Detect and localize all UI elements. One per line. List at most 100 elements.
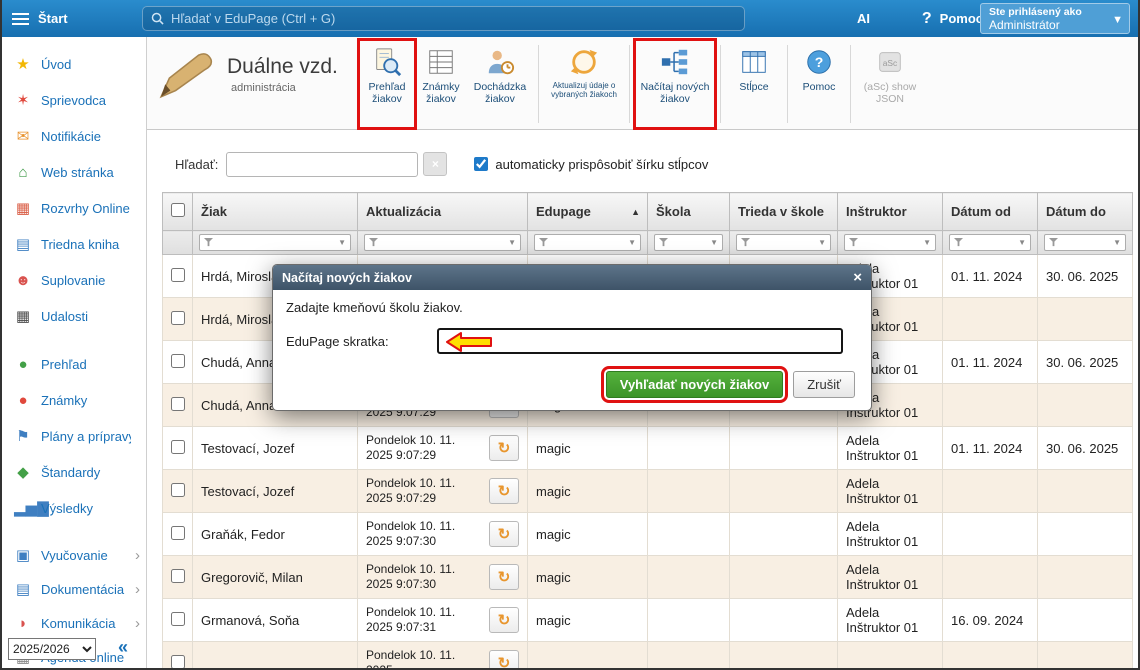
toolbar-help-button[interactable]: ? Pomoc — [794, 41, 844, 127]
columns-button[interactable]: Stĺpce — [727, 41, 781, 127]
refresh-row-button[interactable]: ↻ — [489, 478, 519, 504]
instructor-cell: Adela Inštruktor 01 — [838, 427, 943, 470]
date-to-cell: 30. 06. 2025 — [1038, 255, 1133, 298]
table-search-input[interactable] — [226, 152, 418, 177]
column-header-ziak[interactable]: Žiak — [193, 193, 358, 231]
sidebar-item[interactable]: ▤ Dokumentácia › — [2, 572, 146, 606]
students-overview-button[interactable]: Prehľad žiakov — [360, 41, 414, 127]
show-json-button[interactable]: aSc (aSc) show JSON — [857, 41, 923, 127]
refresh-row-button[interactable]: ↻ — [489, 435, 519, 461]
collapse-sidebar-button[interactable]: « — [118, 637, 128, 658]
column-filter-dropdown[interactable]: ▼ — [364, 234, 521, 251]
sidebar-item[interactable]: ✶ Sprievodca — [2, 82, 146, 118]
load-new-students-button[interactable]: Načítaj nových žiakov — [636, 41, 714, 127]
skola-cell — [648, 470, 730, 513]
clear-search-button[interactable]: × — [423, 152, 447, 176]
refresh-row-button[interactable]: ↻ — [489, 564, 519, 590]
chevron-right-icon: › — [135, 615, 140, 632]
row-checkbox[interactable] — [171, 440, 185, 454]
help-button[interactable]: ? Pomoc — [922, 0, 983, 37]
cancel-button[interactable]: Zrušiť — [793, 371, 855, 398]
sidebar-item[interactable]: ☻ Suplovanie — [2, 262, 146, 298]
date-to-cell: 30. 06. 2025 — [1038, 341, 1133, 384]
skola-cell — [648, 599, 730, 642]
date-from-cell — [943, 556, 1038, 599]
sidebar-item[interactable]: ▂▅▇ Výsledky — [2, 490, 146, 526]
autofit-label: automaticky prispôsobiť šírku stĺpcov — [495, 157, 708, 172]
sidebar-item[interactable]: ● Známky — [2, 382, 146, 418]
select-all-checkbox[interactable] — [171, 203, 185, 217]
autofit-checkbox[interactable] — [474, 157, 488, 171]
close-icon[interactable]: × — [853, 270, 862, 285]
sidebar-item[interactable]: ✉ Notifikácie — [2, 118, 146, 154]
search-new-students-button[interactable]: Vyhľadať nových žiakov — [606, 371, 783, 398]
row-checkbox[interactable] — [171, 268, 185, 282]
column-header-datum-od[interactable]: Dátum od — [943, 193, 1038, 231]
date-from-cell — [943, 513, 1038, 556]
refresh-row-button[interactable]: ↻ — [489, 521, 519, 547]
students-grades-button[interactable]: Známky žiakov — [414, 41, 468, 127]
row-checkbox[interactable] — [171, 311, 185, 325]
sidebar-item-icon: ● — [14, 356, 32, 373]
sidebar-item-icon: ▤ — [14, 235, 32, 253]
toolbar-separator — [720, 45, 721, 123]
column-filter-dropdown[interactable]: ▼ — [949, 234, 1031, 251]
school-year-select[interactable]: 2025/2026 — [8, 638, 96, 660]
sidebar-item-icon: ◆ — [14, 463, 32, 481]
instructor-cell: Adela Inštruktor 01 — [838, 470, 943, 513]
ai-button[interactable]: AI — [857, 0, 870, 37]
row-checkbox[interactable] — [171, 655, 185, 669]
column-filter-dropdown[interactable]: ▼ — [199, 234, 351, 251]
date-to-cell — [1038, 384, 1133, 427]
column-header-edupage[interactable]: Edupage ▲ — [528, 193, 648, 231]
column-header-instruktor[interactable]: Inštruktor — [838, 193, 943, 231]
sidebar-item[interactable]: ▦ Rozvrhy Online — [2, 190, 146, 226]
updated-cell: Pondelok 10. 11. 2025 9:07:29 ↻ — [358, 470, 528, 513]
dialog-title-bar[interactable]: Načítaj nových žiakov × — [273, 265, 871, 290]
start-menu-button[interactable]: Štart — [12, 0, 68, 37]
sidebar-item[interactable]: ★ Úvod — [2, 46, 146, 82]
student-name-cell — [193, 642, 358, 670]
svg-text:?: ? — [815, 54, 824, 70]
sidebar-item[interactable]: ▤ Triedna kniha — [2, 226, 146, 262]
trieda-cell — [730, 427, 838, 470]
date-to-cell — [1038, 298, 1133, 341]
column-filter-dropdown[interactable]: ▼ — [736, 234, 831, 251]
column-header-trieda[interactable]: Trieda v škole — [730, 193, 838, 231]
refresh-selected-students-button[interactable]: Aktualizuj údaje o vybraných žiakoch — [545, 41, 623, 127]
row-checkbox[interactable] — [171, 354, 185, 368]
column-filter-dropdown[interactable]: ▼ — [654, 234, 723, 251]
sidebar-item-icon: ☻ — [14, 272, 32, 289]
sidebar-item[interactable]: ⌂ Web stránka — [2, 154, 146, 190]
sidebar-item[interactable]: ◆ Štandardy — [2, 454, 146, 490]
column-header-datum-do[interactable]: Dátum do — [1038, 193, 1133, 231]
date-from-cell: 16. 09. 2024 — [943, 599, 1038, 642]
sidebar-item[interactable]: ▦ Udalosti — [2, 298, 146, 334]
sidebar-item[interactable]: ▣ Vyučovanie › — [2, 538, 146, 572]
row-checkbox[interactable] — [171, 612, 185, 626]
sidebar-item[interactable]: ◗ Komunikácia › — [2, 606, 146, 640]
column-header-skola[interactable]: Škola — [648, 193, 730, 231]
sidebar-item-icon: ▤ — [14, 580, 32, 598]
filter-funnel-icon — [741, 238, 750, 247]
refresh-row-button[interactable]: ↻ — [489, 607, 519, 633]
student-row: Testovací, Jozef Pondelok 10. 11. 2025 9… — [163, 470, 1133, 513]
column-header-aktualizacia[interactable]: Aktualizácia — [358, 193, 528, 231]
row-checkbox[interactable] — [171, 526, 185, 540]
row-checkbox[interactable] — [171, 483, 185, 497]
sidebar-item[interactable]: ⚑ Plány a prípravy — [2, 418, 146, 454]
edupage-skratka-input[interactable] — [437, 328, 843, 354]
toolbar-separator — [629, 45, 630, 123]
column-filter-dropdown[interactable]: ▼ — [534, 234, 641, 251]
students-attendance-button[interactable]: Dochádzka žiakov — [468, 41, 532, 127]
global-search-input[interactable] — [171, 11, 736, 26]
refresh-row-button[interactable]: ↻ — [489, 650, 519, 670]
row-checkbox[interactable] — [171, 397, 185, 411]
column-filter-dropdown[interactable]: ▼ — [844, 234, 936, 251]
sidebar-item[interactable]: ● Prehľad — [2, 346, 146, 382]
row-checkbox[interactable] — [171, 569, 185, 583]
column-filter-dropdown[interactable]: ▼ — [1044, 234, 1126, 251]
edupage-cell: magic — [528, 556, 648, 599]
user-menu[interactable]: Ste prihlásený ako Administrátor ▼ — [980, 3, 1130, 34]
row-checkbox-cell — [163, 599, 193, 642]
